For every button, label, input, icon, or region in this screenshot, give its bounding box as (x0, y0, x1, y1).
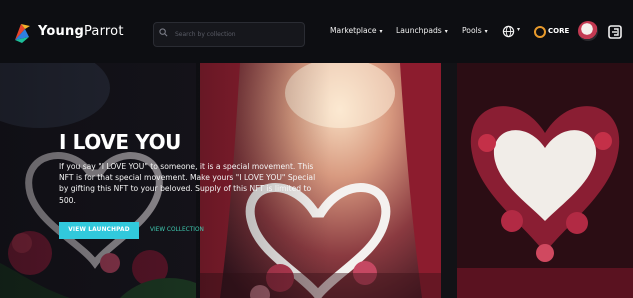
search-input[interactable] (173, 26, 299, 43)
nft-card-right[interactable] (457, 63, 633, 298)
nav-marketplace[interactable]: Marketplace ▾ (330, 26, 383, 35)
search-box[interactable] (153, 22, 305, 47)
chevron-down-icon: ▾ (379, 28, 383, 35)
hero-description: If you say "I LOVE YOU" to someone, it i… (59, 162, 316, 205)
nav-launchpads[interactable]: Launchpads ▾ (396, 26, 448, 35)
brand-name-rest: Parrot (83, 24, 124, 39)
core-label: CORE (548, 27, 570, 35)
brand-name[interactable]: YoungParrot (38, 24, 124, 39)
view-launchpad-button[interactable]: VIEW LAUNCHPAD (59, 222, 139, 239)
search-icon (159, 28, 168, 37)
app-frame: YoungParrot Marketplace▾ Launchpads▾ Poo… (0, 0, 633, 298)
chevron-down-icon: ▾ (484, 28, 488, 35)
view-collection-link[interactable]: VIEW COLLECTION (150, 227, 204, 233)
globe-icon[interactable] (502, 25, 515, 38)
core-wallet[interactable]: CORE (534, 25, 569, 39)
nav-launchpads-label: Launchpads (396, 26, 442, 35)
language-chevron-icon[interactable]: ▾ (517, 26, 520, 33)
nav-marketplace-label: Marketplace (330, 26, 377, 35)
chevron-down-icon: ▾ (444, 28, 448, 35)
nft-artwork-rose-heart (457, 63, 633, 298)
logout-icon[interactable] (607, 24, 623, 40)
avatar[interactable] (578, 21, 598, 41)
hero-title: I LOVE YOU (59, 130, 182, 154)
logo-icon[interactable] (11, 22, 33, 44)
top-navbar: YoungParrot Marketplace▾ Launchpads▾ Poo… (0, 0, 633, 63)
nav-pools[interactable]: Pools ▾ (462, 26, 488, 35)
core-coin-icon (534, 26, 546, 38)
brand-name-bold: Young (38, 24, 84, 39)
nav-pools-label: Pools (462, 26, 482, 35)
